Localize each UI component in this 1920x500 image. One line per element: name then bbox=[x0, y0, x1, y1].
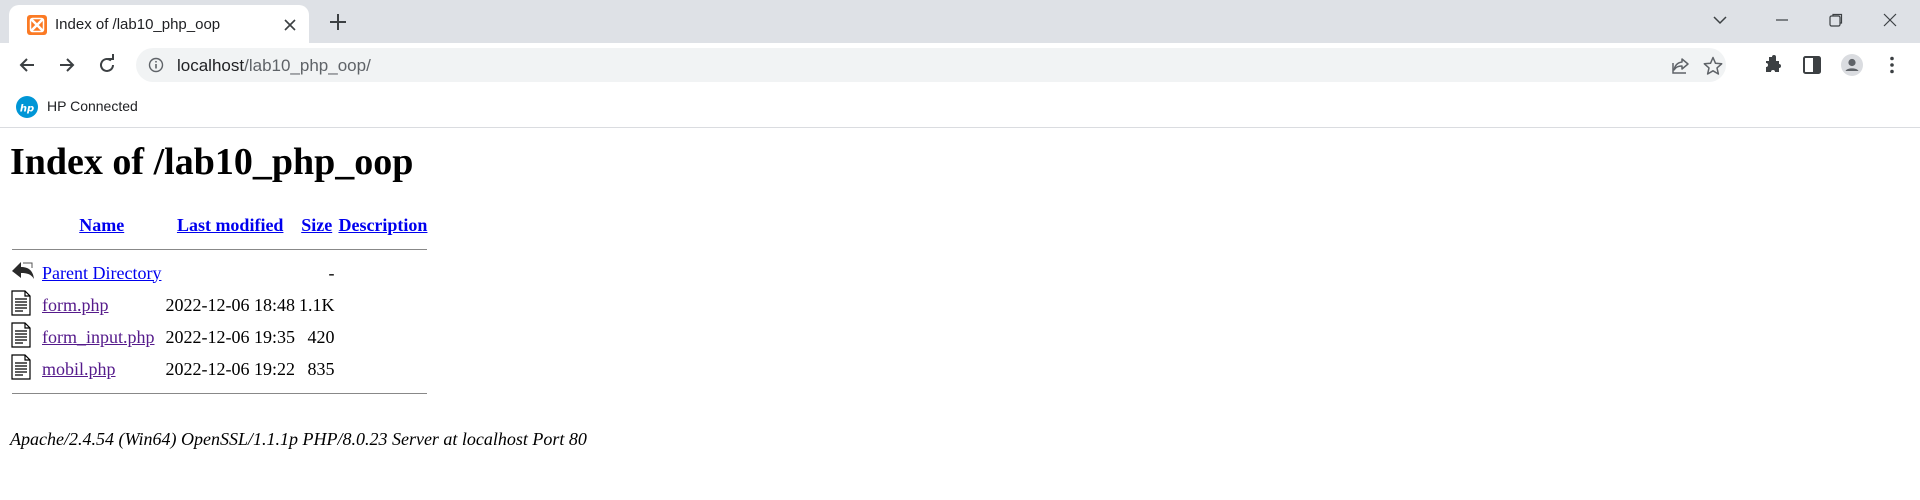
minimize-icon[interactable] bbox=[1758, 0, 1804, 38]
divider bbox=[12, 392, 428, 394]
more-menu-icon[interactable] bbox=[1880, 53, 1904, 77]
icon-header bbox=[10, 209, 40, 241]
xampp-icon bbox=[27, 15, 47, 35]
icon-cell bbox=[10, 353, 40, 385]
bookmark-star-icon[interactable] bbox=[1702, 55, 1724, 77]
name-header: Name bbox=[40, 209, 163, 241]
profile-avatar-icon[interactable] bbox=[1840, 53, 1864, 77]
side-panel-icon[interactable] bbox=[1800, 53, 1824, 77]
table-header-row: Name Last modified Size Description bbox=[10, 209, 429, 241]
modified-cell: 2022-12-06 19:22 bbox=[165, 358, 295, 379]
size-header: Size bbox=[297, 209, 337, 241]
footer-divider-row bbox=[10, 385, 429, 401]
icon-cell bbox=[10, 257, 40, 289]
size-cell: 420 bbox=[307, 326, 335, 347]
hp-logo-icon: hp bbox=[16, 96, 38, 118]
forward-icon[interactable] bbox=[53, 51, 81, 79]
table-row: mobil.php 2022-12-06 19:22 835 bbox=[10, 353, 429, 385]
table-row: form_input.php 2022-12-06 19:35 420 bbox=[10, 321, 429, 353]
url-path: /lab10_php_oop/ bbox=[244, 56, 371, 75]
parent-directory-link[interactable]: Parent Directory bbox=[42, 263, 161, 283]
browser-toolbar: localhost/lab10_php_oop/ bbox=[0, 43, 1920, 86]
site-info-icon[interactable] bbox=[148, 57, 164, 73]
icon-cell bbox=[10, 289, 40, 321]
reload-icon[interactable] bbox=[93, 51, 121, 79]
header-divider-row bbox=[10, 241, 429, 257]
tab-title: Index of /lab10_php_oop bbox=[55, 16, 221, 33]
sort-by-size-link[interactable]: Size bbox=[301, 215, 332, 235]
last-modified-header: Last modified bbox=[163, 209, 297, 241]
page-content: Index of /lab10_php_oop Name Last modifi… bbox=[0, 129, 1920, 500]
extensions-puzzle-icon[interactable] bbox=[1760, 53, 1784, 77]
tab-strip: Index of /lab10_php_oop bbox=[0, 0, 1920, 43]
description-cell bbox=[336, 289, 429, 321]
address-bar[interactable]: localhost/lab10_php_oop/ bbox=[136, 48, 1726, 82]
bookmark-label: HP Connected bbox=[47, 98, 138, 114]
name-cell: form.php bbox=[40, 289, 163, 321]
modified-cell: 2022-12-06 18:48 bbox=[165, 294, 295, 315]
server-signature: Apache/2.4.54 (Win64) OpenSSL/1.1.1p PHP… bbox=[10, 429, 587, 449]
icon-cell bbox=[10, 321, 40, 353]
url-host: localhost bbox=[177, 56, 245, 75]
share-icon[interactable] bbox=[1670, 55, 1692, 77]
file-text-icon bbox=[11, 321, 31, 348]
sort-by-description-link[interactable]: Description bbox=[338, 215, 427, 235]
tab-search-chevron-down-icon[interactable] bbox=[1696, 0, 1742, 38]
name-cell: form_input.php bbox=[40, 321, 163, 353]
close-tab-icon[interactable] bbox=[279, 14, 301, 36]
back-arrow-icon bbox=[12, 261, 34, 279]
close-window-icon[interactable] bbox=[1866, 0, 1912, 38]
name-cell: Parent Directory bbox=[40, 257, 163, 289]
file-text-icon bbox=[11, 353, 31, 380]
size-cell: 835 bbox=[307, 358, 335, 379]
file-link[interactable]: form.php bbox=[42, 295, 109, 315]
new-tab-icon[interactable] bbox=[325, 9, 351, 35]
modified-cell: 2022-12-06 19:35 bbox=[165, 326, 295, 347]
description-cell bbox=[336, 257, 429, 289]
file-link[interactable]: mobil.php bbox=[42, 359, 116, 379]
table-row: form.php 2022-12-06 18:48 1.1K bbox=[10, 289, 429, 321]
description-cell bbox=[336, 353, 429, 385]
tab-active[interactable]: Index of /lab10_php_oop bbox=[9, 5, 309, 43]
back-icon[interactable] bbox=[13, 51, 41, 79]
size-cell: - bbox=[328, 262, 335, 283]
description-cell bbox=[336, 321, 429, 353]
size-cell: 1.1K bbox=[298, 294, 335, 315]
bookmarks-bar: hp HP Connected bbox=[0, 86, 1920, 128]
directory-listing-table: Name Last modified Size Description Pare… bbox=[10, 209, 429, 401]
file-text-icon bbox=[11, 289, 31, 316]
file-link[interactable]: form_input.php bbox=[42, 327, 155, 347]
restore-icon[interactable] bbox=[1812, 0, 1858, 38]
sort-by-last-modified-link[interactable]: Last modified bbox=[177, 215, 284, 235]
name-cell: mobil.php bbox=[40, 353, 163, 385]
description-header: Description bbox=[336, 209, 429, 241]
svg-text:hp: hp bbox=[20, 104, 34, 115]
divider bbox=[12, 248, 428, 250]
sort-by-name-link[interactable]: Name bbox=[79, 215, 124, 235]
modified-cell bbox=[163, 257, 297, 289]
url-text[interactable]: localhost/lab10_php_oop/ bbox=[177, 56, 371, 76]
page-title: Index of /lab10_php_oop bbox=[10, 141, 414, 183]
table-row: Parent Directory - bbox=[10, 257, 429, 289]
